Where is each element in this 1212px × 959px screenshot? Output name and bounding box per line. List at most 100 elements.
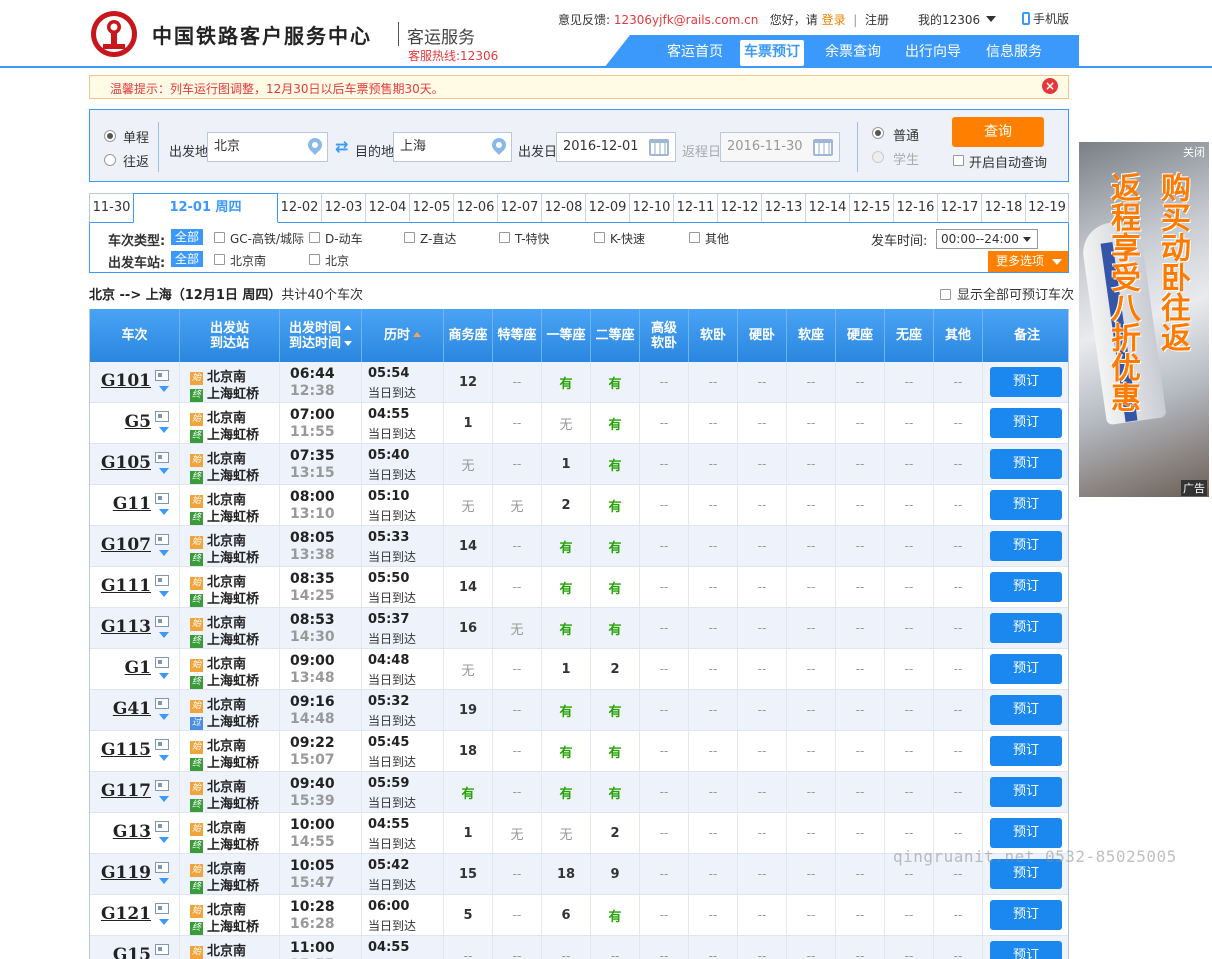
- train-number-link[interactable]: G111: [101, 576, 151, 596]
- info-card-icon[interactable]: [155, 821, 169, 832]
- info-card-icon[interactable]: [155, 657, 169, 668]
- login-link[interactable]: 登录: [822, 13, 846, 27]
- chevron-down-icon[interactable]: [159, 796, 169, 802]
- nav-info-service[interactable]: 信息服务: [979, 40, 1049, 66]
- sort-up-icon[interactable]: [413, 332, 421, 337]
- passenger-normal-radio[interactable]: [872, 127, 884, 139]
- nav-ticket-query[interactable]: 余票查询: [818, 40, 888, 66]
- info-card-icon[interactable]: [155, 698, 169, 709]
- return-date-input[interactable]: 2016-11-30: [720, 132, 840, 162]
- book-button[interactable]: 预订: [990, 531, 1062, 561]
- train-number-link[interactable]: G115: [101, 740, 151, 760]
- date-tab[interactable]: 11-30: [90, 194, 134, 222]
- date-tab[interactable]: 12-15: [850, 194, 894, 222]
- chevron-down-icon[interactable]: [159, 427, 169, 433]
- date-tab[interactable]: 12-18: [982, 194, 1026, 222]
- date-tab[interactable]: 12-07: [498, 194, 542, 222]
- info-card-icon[interactable]: [155, 493, 169, 504]
- nav-ticket-booking[interactable]: 车票预订: [740, 40, 804, 66]
- chevron-down-icon[interactable]: [159, 837, 169, 843]
- date-tab[interactable]: 12-03: [322, 194, 366, 222]
- more-options-button[interactable]: 更多选项: [988, 251, 1068, 272]
- train-number-link[interactable]: G107: [101, 535, 151, 555]
- date-tab[interactable]: 12-06: [454, 194, 498, 222]
- to-station-input[interactable]: 上海: [393, 132, 512, 162]
- book-button[interactable]: 预订: [990, 736, 1062, 766]
- train-number-link[interactable]: G101: [101, 371, 151, 391]
- chevron-down-icon[interactable]: [159, 755, 169, 761]
- trip-single-radio[interactable]: [104, 130, 116, 142]
- ad-banner[interactable]: 购买动卧往返 返程享受八折优惠 关闭 广告: [1079, 142, 1209, 497]
- book-button[interactable]: 预订: [990, 695, 1062, 725]
- train-number-link[interactable]: G11: [113, 494, 151, 514]
- date-tab[interactable]: 12-09: [586, 194, 630, 222]
- date-tab-active[interactable]: 12-01 周四: [133, 193, 278, 223]
- date-tab[interactable]: 12-08: [542, 194, 586, 222]
- info-card-icon[interactable]: [155, 534, 169, 545]
- info-card-icon[interactable]: [155, 616, 169, 627]
- book-button[interactable]: 预订: [990, 900, 1062, 930]
- header-duration[interactable]: 历时: [384, 328, 410, 343]
- train-number-link[interactable]: G15: [113, 945, 151, 959]
- train-number-link[interactable]: G105: [101, 453, 151, 473]
- type-z-checkbox[interactable]: [404, 232, 415, 243]
- info-card-icon[interactable]: [155, 411, 169, 422]
- date-tab[interactable]: 12-17: [938, 194, 982, 222]
- nav-home[interactable]: 客运首页: [660, 40, 730, 66]
- chevron-down-icon[interactable]: [159, 714, 169, 720]
- train-number-link[interactable]: G119: [101, 863, 151, 883]
- info-card-icon[interactable]: [155, 575, 169, 586]
- date-tab[interactable]: 12-12: [718, 194, 762, 222]
- chevron-down-icon[interactable]: [986, 16, 996, 22]
- header-arr-time[interactable]: 到达时间: [289, 336, 341, 351]
- header-dep-time[interactable]: 出发时间: [289, 321, 341, 336]
- type-gc-checkbox[interactable]: [214, 232, 225, 243]
- train-number-link[interactable]: G5: [125, 412, 151, 432]
- nav-travel-guide[interactable]: 出行向导: [898, 40, 968, 66]
- type-t-checkbox[interactable]: [499, 232, 510, 243]
- swap-icon[interactable]: ⇄: [335, 139, 351, 155]
- show-all-checkbox[interactable]: [940, 289, 951, 300]
- register-link[interactable]: 注册: [865, 13, 889, 27]
- ad-close-button[interactable]: 关闭: [1183, 144, 1205, 160]
- chevron-down-icon[interactable]: [159, 878, 169, 884]
- book-button[interactable]: 预订: [990, 408, 1062, 438]
- book-button[interactable]: 预订: [990, 572, 1062, 602]
- book-button[interactable]: 预订: [990, 941, 1062, 959]
- book-button[interactable]: 预订: [990, 367, 1062, 397]
- train-number-link[interactable]: G117: [101, 781, 151, 801]
- date-tab[interactable]: 12-10: [630, 194, 674, 222]
- auto-query-checkbox[interactable]: [953, 155, 964, 166]
- station-beijingnan-checkbox[interactable]: [214, 254, 225, 265]
- railway-logo-icon[interactable]: [90, 10, 138, 58]
- date-tab[interactable]: 12-13: [762, 194, 806, 222]
- date-tab[interactable]: 12-04: [366, 194, 410, 222]
- train-number-link[interactable]: G113: [101, 617, 151, 637]
- date-tab[interactable]: 12-05: [410, 194, 454, 222]
- show-all-toggle[interactable]: 显示全部可预订车次: [940, 284, 1074, 303]
- info-card-icon[interactable]: [155, 862, 169, 873]
- train-number-link[interactable]: G1: [125, 658, 151, 678]
- info-card-icon[interactable]: [155, 739, 169, 750]
- type-k-checkbox[interactable]: [594, 232, 605, 243]
- train-type-all-button[interactable]: 全部: [171, 229, 203, 245]
- type-d-checkbox[interactable]: [309, 232, 320, 243]
- date-tab[interactable]: 12-11: [674, 194, 718, 222]
- train-number-link[interactable]: G13: [113, 822, 151, 842]
- date-tab[interactable]: 12-16: [894, 194, 938, 222]
- book-button[interactable]: 预订: [990, 818, 1062, 848]
- trip-round-radio[interactable]: [104, 154, 116, 166]
- info-card-icon[interactable]: [155, 452, 169, 463]
- chevron-down-icon[interactable]: [159, 550, 169, 556]
- search-button[interactable]: 查询: [952, 117, 1044, 147]
- chevron-down-icon[interactable]: [159, 386, 169, 392]
- passenger-student-radio[interactable]: [872, 151, 884, 163]
- info-card-icon[interactable]: [155, 780, 169, 791]
- from-station-input[interactable]: 北京: [207, 132, 328, 162]
- depart-date-input[interactable]: 2016-12-01: [556, 132, 676, 162]
- book-button[interactable]: 预订: [990, 449, 1062, 479]
- date-tab[interactable]: 12-02: [278, 194, 322, 222]
- sort-down-icon[interactable]: [344, 340, 352, 346]
- station-all-button[interactable]: 全部: [171, 251, 203, 267]
- date-tab[interactable]: 12-19: [1026, 194, 1068, 222]
